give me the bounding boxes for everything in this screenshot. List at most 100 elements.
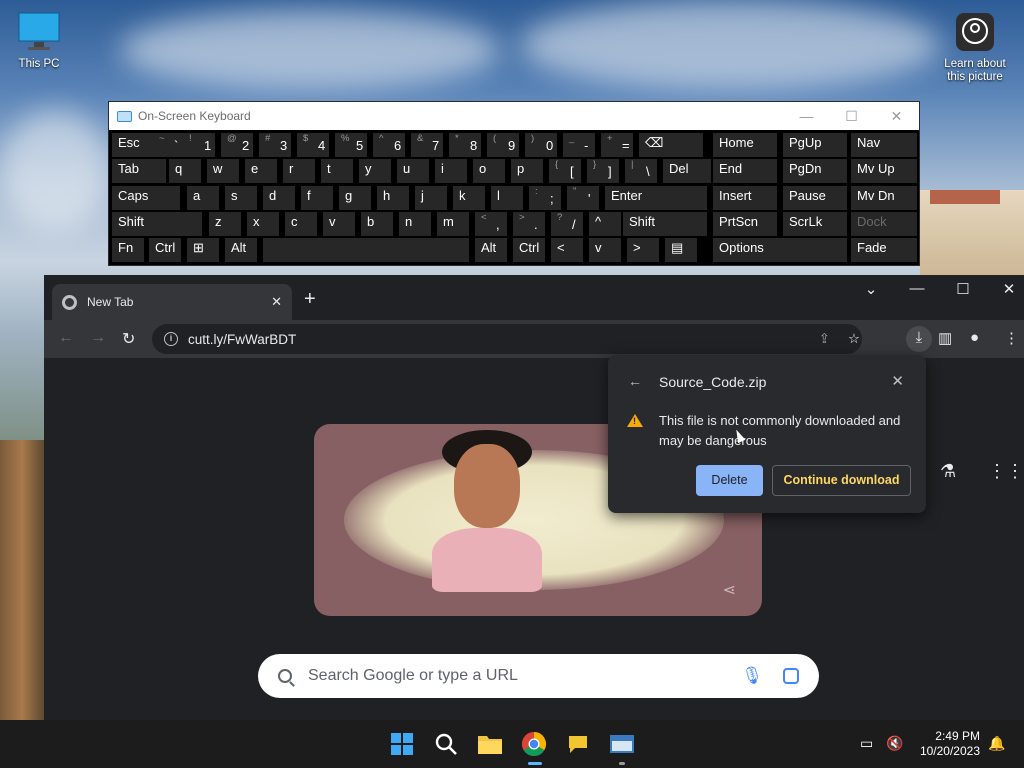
key-pgup[interactable]: PgUp — [783, 133, 847, 157]
url-text[interactable]: cutt.ly/FwWarBDT — [188, 332, 296, 347]
key-space[interactable] — [263, 238, 469, 262]
key-t[interactable]: t — [321, 159, 353, 183]
key-v[interactable]: v — [323, 212, 355, 236]
key-prtscn[interactable]: PrtScn — [713, 212, 777, 236]
key-symbol[interactable]: }] — [587, 159, 619, 183]
key-dock[interactable]: Dock — [851, 212, 917, 236]
key-del[interactable]: Del — [663, 159, 711, 183]
key-4[interactable]: $4 — [297, 133, 329, 157]
key-i[interactable]: i — [435, 159, 467, 183]
google-lens-icon[interactable] — [783, 668, 799, 684]
key-o[interactable]: o — [473, 159, 505, 183]
close-button[interactable]: ✕ — [986, 280, 1024, 298]
maximize-button[interactable]: ☐ — [829, 108, 874, 125]
key-q[interactable]: q — [169, 159, 201, 183]
key-shift[interactable]: Shift — [623, 212, 707, 236]
apps-grid-icon[interactable]: ⋮⋮⋮ — [988, 461, 1024, 482]
key-r[interactable]: r — [283, 159, 315, 183]
key-7[interactable]: & 7 — [411, 133, 443, 157]
notification-bell-icon[interactable]: 🔔 — [988, 735, 1005, 752]
menu-kebab-icon[interactable]: ⋮ — [1004, 329, 1019, 347]
key-symbol[interactable]: ⌫ — [639, 133, 703, 157]
key-fn[interactable]: Fn — [112, 238, 144, 262]
labs-flask-icon[interactable]: ⚗ — [940, 461, 956, 482]
key-6[interactable]: ^ 6 — [373, 133, 405, 157]
key-a[interactable]: a — [187, 186, 219, 210]
key-c[interactable]: c — [285, 212, 317, 236]
close-icon[interactable]: ✕ — [891, 372, 904, 390]
side-panel-icon[interactable]: ▥ — [938, 329, 952, 347]
osk-taskbar-button[interactable] — [608, 730, 636, 758]
key-symbol[interactable]: < — [551, 238, 583, 262]
key-tab[interactable]: Tab — [112, 159, 166, 183]
key-v[interactable]: v — [589, 238, 621, 262]
key-enter[interactable]: Enter — [605, 186, 707, 210]
continue-download-button[interactable]: Continue download — [772, 465, 911, 496]
back-arrow-icon[interactable]: ← — [58, 329, 74, 347]
key-d[interactable]: d — [263, 186, 295, 210]
key-h[interactable]: h — [377, 186, 409, 210]
desktop-icon-this-pc[interactable]: This PC — [10, 12, 68, 71]
network-icon[interactable]: ▭ — [860, 735, 873, 752]
site-info-icon[interactable]: i — [164, 332, 178, 346]
key-options[interactable]: Options — [713, 238, 847, 262]
start-button[interactable] — [388, 730, 416, 758]
key-n[interactable]: n — [399, 212, 431, 236]
tab-close-icon[interactable]: ✕ — [271, 294, 282, 310]
search-button[interactable] — [432, 730, 460, 758]
minimize-button[interactable]: — — [784, 108, 829, 125]
close-button[interactable]: ✕ — [874, 108, 919, 125]
key-5[interactable]: % 5 — [335, 133, 367, 157]
minimize-button[interactable]: — — [894, 280, 940, 297]
key-symbol[interactable]: | \ — [625, 159, 657, 183]
download-icon[interactable]: ⤓ — [906, 326, 932, 352]
key-3[interactable]: #3 — [259, 133, 291, 157]
delete-button[interactable]: Delete — [696, 465, 763, 496]
key-symbol[interactable]: ? / — [551, 212, 583, 236]
key-symbol[interactable]: >. — [513, 212, 545, 236]
doodle-share-icon[interactable]: ⋖ — [723, 580, 736, 600]
microphone-icon[interactable]: 🎙 — [741, 666, 763, 686]
key-pgdn[interactable]: PgDn — [783, 159, 847, 183]
key-1[interactable]: ! 1 — [183, 133, 215, 157]
address-bar[interactable]: i cutt.ly/FwWarBDT ⇪ ☆ — [152, 324, 862, 354]
key-symbol[interactable]: <, — [475, 212, 507, 236]
key-mv-dn[interactable]: Mv Dn — [851, 186, 917, 210]
key-home[interactable]: Home — [713, 133, 777, 157]
key-alt[interactable]: Alt — [475, 238, 507, 262]
key-fade[interactable]: Fade — [851, 238, 917, 262]
key-k[interactable]: k — [453, 186, 485, 210]
key-u[interactable]: u — [397, 159, 429, 183]
key-symbol[interactable]: ▤ — [665, 238, 697, 262]
key-caps[interactable]: Caps — [112, 186, 180, 210]
key-symbol[interactable]: {[ — [549, 159, 581, 183]
key-symbol[interactable]: _ - — [563, 133, 595, 157]
key-l[interactable]: l — [491, 186, 523, 210]
desktop-icon-learn-about-picture[interactable]: Learn about this picture — [940, 12, 1010, 84]
key-x[interactable]: x — [247, 212, 279, 236]
key-symbol[interactable]: > — [627, 238, 659, 262]
key-f[interactable]: f — [301, 186, 333, 210]
key-end[interactable]: End — [713, 159, 777, 183]
key-symbol[interactable]: " ' — [567, 186, 599, 210]
key-p[interactable]: p — [511, 159, 543, 183]
key-symbol[interactable]: ⊞ — [187, 238, 219, 262]
key-insert[interactable]: Insert — [713, 186, 777, 210]
key-e[interactable]: e — [245, 159, 277, 183]
key-b[interactable]: b — [361, 212, 393, 236]
key-s[interactable]: s — [225, 186, 257, 210]
maximize-button[interactable]: ☐ — [940, 280, 986, 298]
key-pause[interactable]: Pause — [783, 186, 847, 210]
key-nav[interactable]: Nav — [851, 133, 917, 157]
feedback-hub-button[interactable] — [564, 730, 592, 758]
key-mv-up[interactable]: Mv Up — [851, 159, 917, 183]
key-w[interactable]: w — [207, 159, 239, 183]
volume-muted-icon[interactable]: 🔇 — [886, 735, 903, 752]
key-shift[interactable]: Shift — [112, 212, 202, 236]
key-9[interactable]: (9 — [487, 133, 519, 157]
tab-search-chevron-icon[interactable]: ⌄ — [848, 280, 894, 298]
key-2[interactable]: @2 — [221, 133, 253, 157]
search-box[interactable]: Search Google or type a URL 🎙 — [258, 654, 819, 698]
key-symbol[interactable]: ~ ` — [153, 133, 185, 157]
key-0[interactable]: ) 0 — [525, 133, 557, 157]
